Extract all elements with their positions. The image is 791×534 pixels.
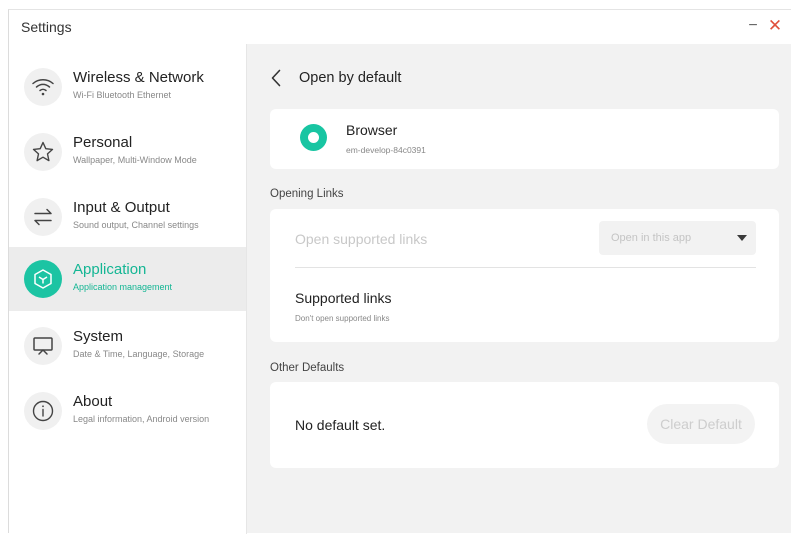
minimize-icon: −	[748, 17, 758, 34]
main-content: Open by default Browser em-develop-84c03…	[247, 44, 791, 534]
sidebar-item-input-output[interactable]: Input & Output Sound output, Channel set…	[9, 185, 246, 249]
sidebar-item-system[interactable]: System Date & Time, Language, Storage	[9, 314, 246, 378]
window-title: Settings	[21, 19, 72, 35]
sidebar-item-title: System	[73, 328, 124, 345]
sidebar-item-subtitle: Application management	[73, 282, 173, 292]
chevron-left-icon	[271, 69, 281, 87]
open-links-dropdown[interactable]: Open in this app	[599, 221, 756, 255]
page-header: Open by default	[271, 66, 401, 90]
sidebar-item-subtitle: Date & Time, Language, Storage	[73, 349, 205, 359]
star-icon	[24, 133, 62, 171]
minimize-button[interactable]: −	[743, 16, 763, 36]
sidebar-item-wireless-network[interactable]: Wireless & Network Wi-Fi Bluetooth Ether…	[9, 55, 246, 119]
section-label-other-defaults: Other Defaults	[270, 362, 345, 374]
other-defaults-card: No default set. Clear Default	[270, 382, 779, 468]
close-button[interactable]: ✕	[765, 16, 785, 36]
default-status-text: No default set.	[295, 417, 386, 433]
dropdown-value: Open in this app	[611, 232, 692, 244]
title-bar: Settings − ✕	[9, 10, 791, 44]
open-supported-links-label: Open supported links	[295, 231, 428, 247]
sidebar-item-application[interactable]: Application Application management	[9, 247, 246, 311]
sidebar-item-title: Personal	[73, 134, 133, 151]
info-icon	[24, 392, 62, 430]
settings-window: Settings − ✕ Wireless & Network Wi-Fi Bl…	[8, 9, 791, 534]
clear-default-label: Clear Default	[660, 416, 742, 432]
opening-links-card: Open supported links Open in this app Su…	[270, 209, 779, 342]
sidebar-item-title: About	[73, 393, 113, 410]
app-name: Browser	[346, 122, 398, 138]
supported-links-title[interactable]: Supported links	[295, 290, 392, 306]
wifi-icon	[24, 68, 62, 106]
display-icon	[24, 327, 62, 365]
supported-links-subtitle: Don't open supported links	[295, 314, 390, 323]
sidebar-item-subtitle: Sound output, Channel settings	[73, 220, 199, 230]
sidebar-item-title: Input & Output	[73, 199, 170, 216]
app-package: em-develop-84c0391	[346, 145, 426, 155]
close-icon: ✕	[767, 16, 783, 35]
divider	[295, 267, 756, 268]
sidebar-item-personal[interactable]: Personal Wallpaper, Multi-Window Mode	[9, 120, 246, 184]
sidebar-item-about[interactable]: About Legal information, Android version	[9, 379, 246, 443]
app-cube-icon	[24, 260, 62, 298]
sidebar: Wireless & Network Wi-Fi Bluetooth Ether…	[9, 44, 247, 534]
sidebar-item-subtitle: Wallpaper, Multi-Window Mode	[73, 155, 197, 165]
app-info-card: Browser em-develop-84c0391	[270, 109, 779, 169]
section-label-opening-links: Opening Links	[270, 188, 344, 200]
swap-arrows-icon	[24, 198, 62, 236]
clear-default-button[interactable]: Clear Default	[647, 404, 755, 444]
sidebar-item-subtitle: Legal information, Android version	[73, 414, 210, 424]
browser-app-icon	[300, 124, 327, 151]
sidebar-item-title: Application	[73, 261, 147, 278]
back-button[interactable]	[271, 67, 289, 89]
page-title: Open by default	[299, 70, 402, 86]
sidebar-item-title: Wireless & Network	[73, 69, 204, 86]
dropdown-arrow-icon	[737, 235, 747, 241]
sidebar-item-subtitle: Wi-Fi Bluetooth Ethernet	[73, 90, 172, 100]
